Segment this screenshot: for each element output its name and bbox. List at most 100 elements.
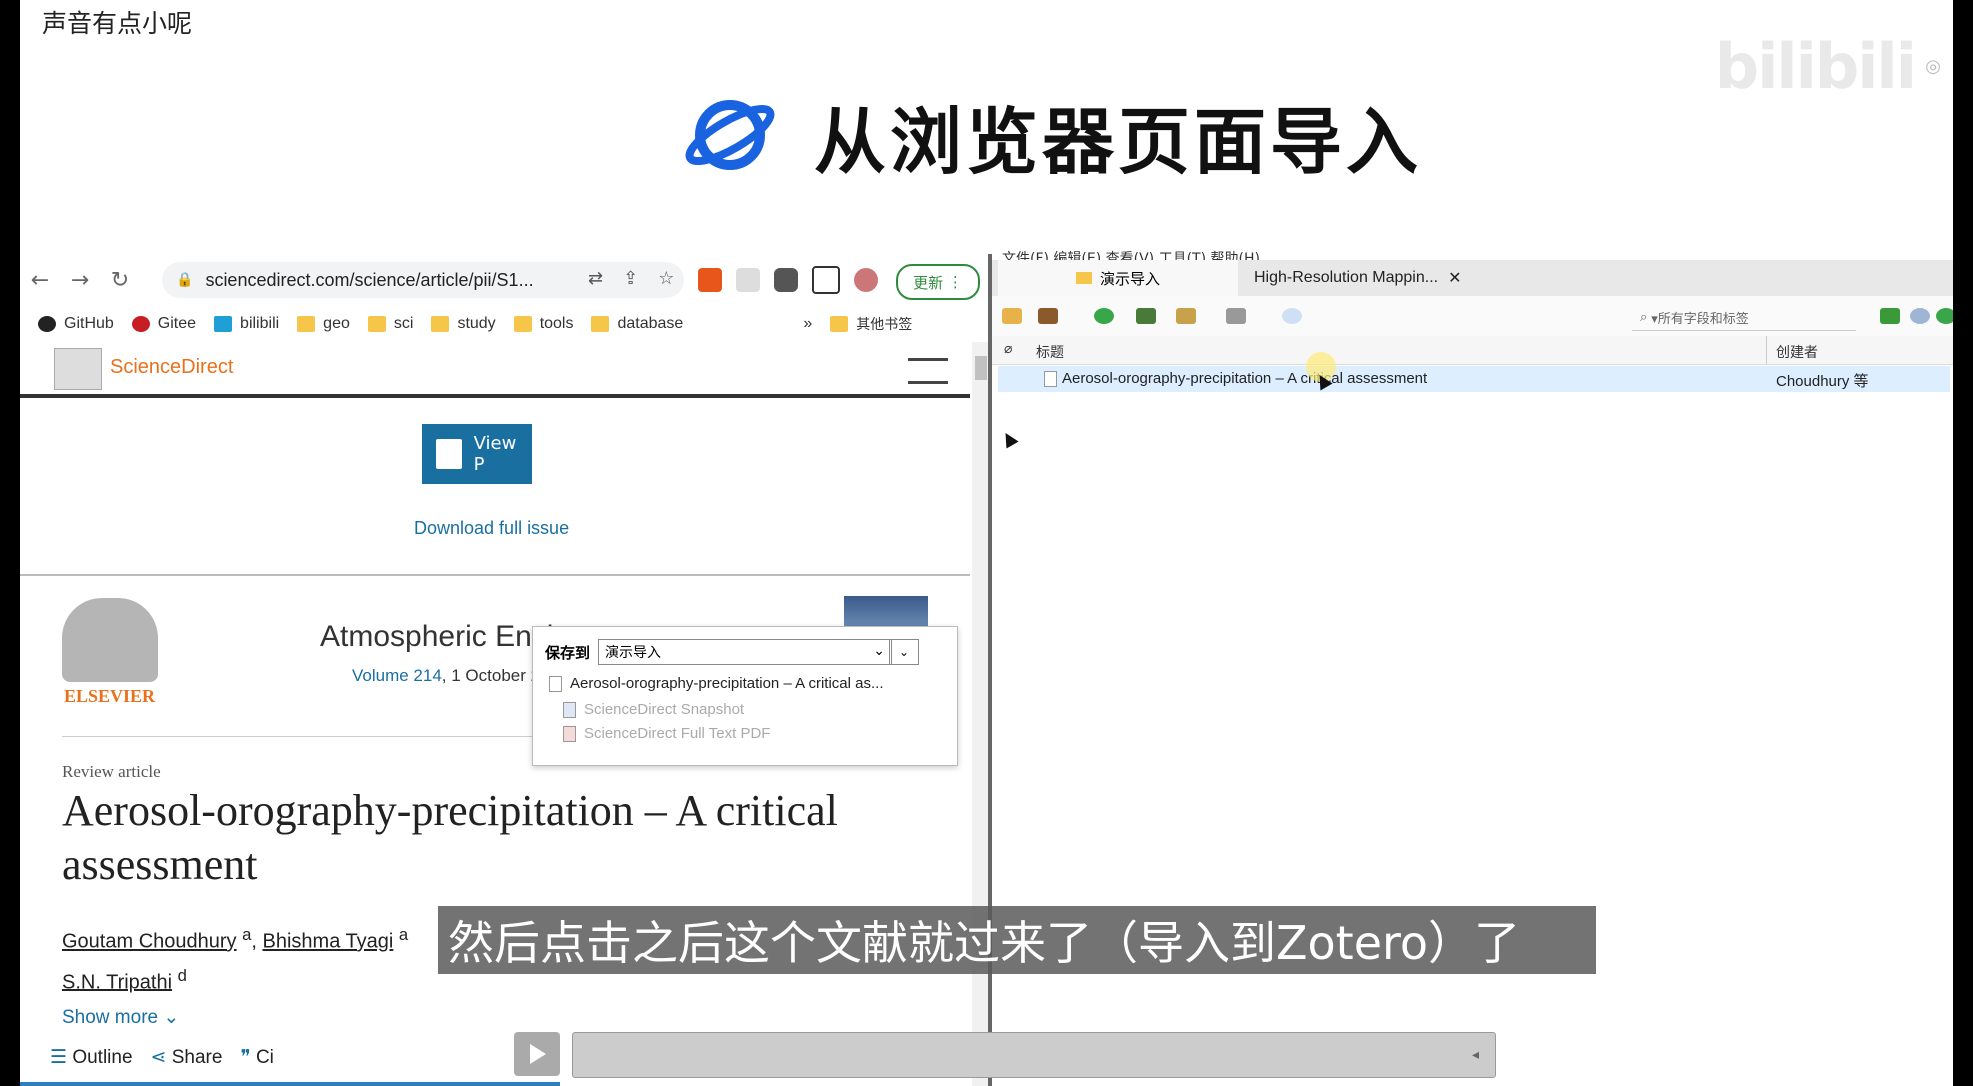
quote-icon: ❞ [240,1047,251,1068]
hand-cursor-icon [999,429,1019,449]
bookmark-label: geo [323,315,350,332]
refresh-icon[interactable] [1936,308,1953,324]
elsevier-logo-icon[interactable] [54,348,102,390]
slide-title-text: 从浏览器页面导入 [814,99,1423,184]
volume-link[interactable]: Volume 214 [352,666,442,685]
list-icon: ☰ [50,1047,68,1068]
share-icon: ⋖ [150,1047,167,1068]
scroll-thumb[interactable] [975,356,987,380]
affiliation-mark: a [398,925,409,944]
divider [20,574,970,576]
video-player-controls: ◂ [514,1032,1496,1078]
tab-label: High-Resolution Mappin... [1254,269,1439,286]
snapshot-icon [563,701,576,718]
pdf-icon [436,439,462,469]
bookmark-github[interactable]: GitHub [38,315,114,333]
avatar[interactable] [854,268,878,292]
menu-icon[interactable] [908,358,948,384]
document-ext-icon[interactable] [736,268,760,292]
locate-icon[interactable] [1910,308,1930,324]
cite-label: Ci [255,1047,274,1068]
translate-icon[interactable]: ⇄ [588,268,603,289]
save-to-label: 保存到 [545,644,591,662]
download-full-issue-link[interactable]: Download full issue [414,518,569,539]
share-button[interactable]: ⋖ Share [151,1046,223,1069]
play-icon [530,1044,546,1064]
bookmark-star-icon[interactable]: ☆ [658,268,674,289]
extension-icons [698,266,878,294]
tab-library[interactable]: 演示导入 [998,260,1238,296]
column-separator[interactable] [1766,336,1767,364]
expand-button[interactable]: ⌄ [889,639,919,665]
bookmark-label: Gitee [157,315,197,332]
corner-note: 声音有点小呢 [42,9,193,38]
column-creator[interactable]: 创建者 [1776,342,1818,362]
chevron-down-icon: ⌄ [163,1007,180,1028]
slide-title: 从浏览器页面导入 [682,80,1422,190]
table-row[interactable]: Aerosol-orography-precipitation – A crit… [998,366,1950,392]
bookmarks-overflow[interactable]: » [803,315,812,333]
zotero-tabs: 演示导入 High-Resolution Mappin... ✕ [992,260,1953,297]
close-icon[interactable]: ✕ [1448,268,1461,288]
new-note-icon[interactable] [1176,308,1196,324]
show-more-label: Show more [62,1007,159,1028]
update-label: 更新 [913,273,944,292]
bilibili-icon [214,316,233,332]
bookmark-database[interactable]: database [591,315,683,333]
volume-icon[interactable]: ◂ [1472,1047,1479,1063]
items-column-header: ⌀ 标题 创建者 [992,336,1953,365]
column-title[interactable]: 标题 [1036,342,1064,362]
collection-select[interactable]: 演示导入 ⌄ [598,639,893,665]
bookmark-label: study [457,315,496,332]
watermark-icon: ◎ [1925,56,1941,77]
back-icon[interactable]: ← [20,268,60,293]
search-placeholder: ▾所有字段和标签 [1651,311,1749,327]
author-link[interactable]: S.N. Tripathi [62,971,172,993]
bookmark-sci[interactable]: sci [367,315,413,333]
bookmark-geo[interactable]: geo [297,315,350,333]
bookmark-study[interactable]: study [431,315,496,333]
view-pdf-button[interactable]: View P [422,424,532,484]
video-progress-bar[interactable]: ◂ [572,1032,1496,1078]
puzzle-icon[interactable] [774,268,798,292]
reload-icon[interactable]: ↻ [100,268,140,293]
bookmark-gitee[interactable]: Gitee [131,315,197,333]
new-collection-icon[interactable] [1002,308,1022,324]
show-more-button[interactable]: Show more ⌄ [62,1006,179,1029]
search-input[interactable]: ⌕ ▾所有字段和标签 [1632,304,1856,331]
bookmark-bilibili[interactable]: bilibili [214,315,279,333]
bookmark-other[interactable]: 其他书签 [830,314,912,334]
bookmarks-bar: GitHub Gitee bilibili geo sci study tool… [20,306,992,342]
cite-button[interactable]: ❞ Ci [240,1046,273,1069]
outline-label: Outline [72,1047,133,1068]
outline-button[interactable]: ☰ Outline [50,1046,133,1069]
search-icon[interactable] [1282,308,1302,324]
zotero-connector-icon[interactable] [698,268,722,292]
item-creator: Choudhury 等 [1776,373,1869,390]
tab-reader[interactable]: High-Resolution Mappin... ✕ [1254,260,1504,296]
lock-icon: 🔒 [176,272,194,288]
new-item-icon[interactable] [1094,308,1114,324]
document-icon [549,675,562,692]
play-button[interactable] [514,1032,560,1076]
sync-arrow-icon[interactable] [1880,308,1900,324]
add-by-identifier-icon[interactable] [1136,308,1156,324]
search-icon: ⌕ [1640,309,1648,325]
collection-value: 演示导入 [605,644,662,660]
attachment-label: ScienceDirect Full Text PDF [584,725,771,742]
share-icon[interactable]: ⇪ [623,268,638,289]
sciencedirect-logo[interactable]: ScienceDirect [110,356,233,379]
forward-icon[interactable]: → [60,268,100,293]
bookmark-tools[interactable]: tools [513,315,574,333]
library-icon[interactable] [1038,308,1058,324]
bookmark-label: tools [539,315,574,332]
paperclip-icon[interactable]: ⌀ [1004,341,1012,357]
update-button[interactable]: 更新 ⋮ [896,264,980,300]
folder-icon [431,316,450,332]
attachment-icon[interactable] [1226,308,1246,324]
author-link[interactable]: Bhishma Tyagi [263,931,394,953]
author-link[interactable]: Goutam Choudhury [62,931,237,953]
sidepanel-icon[interactable] [812,266,840,294]
bookmark-label: GitHub [64,315,114,332]
folder-icon [513,316,532,332]
